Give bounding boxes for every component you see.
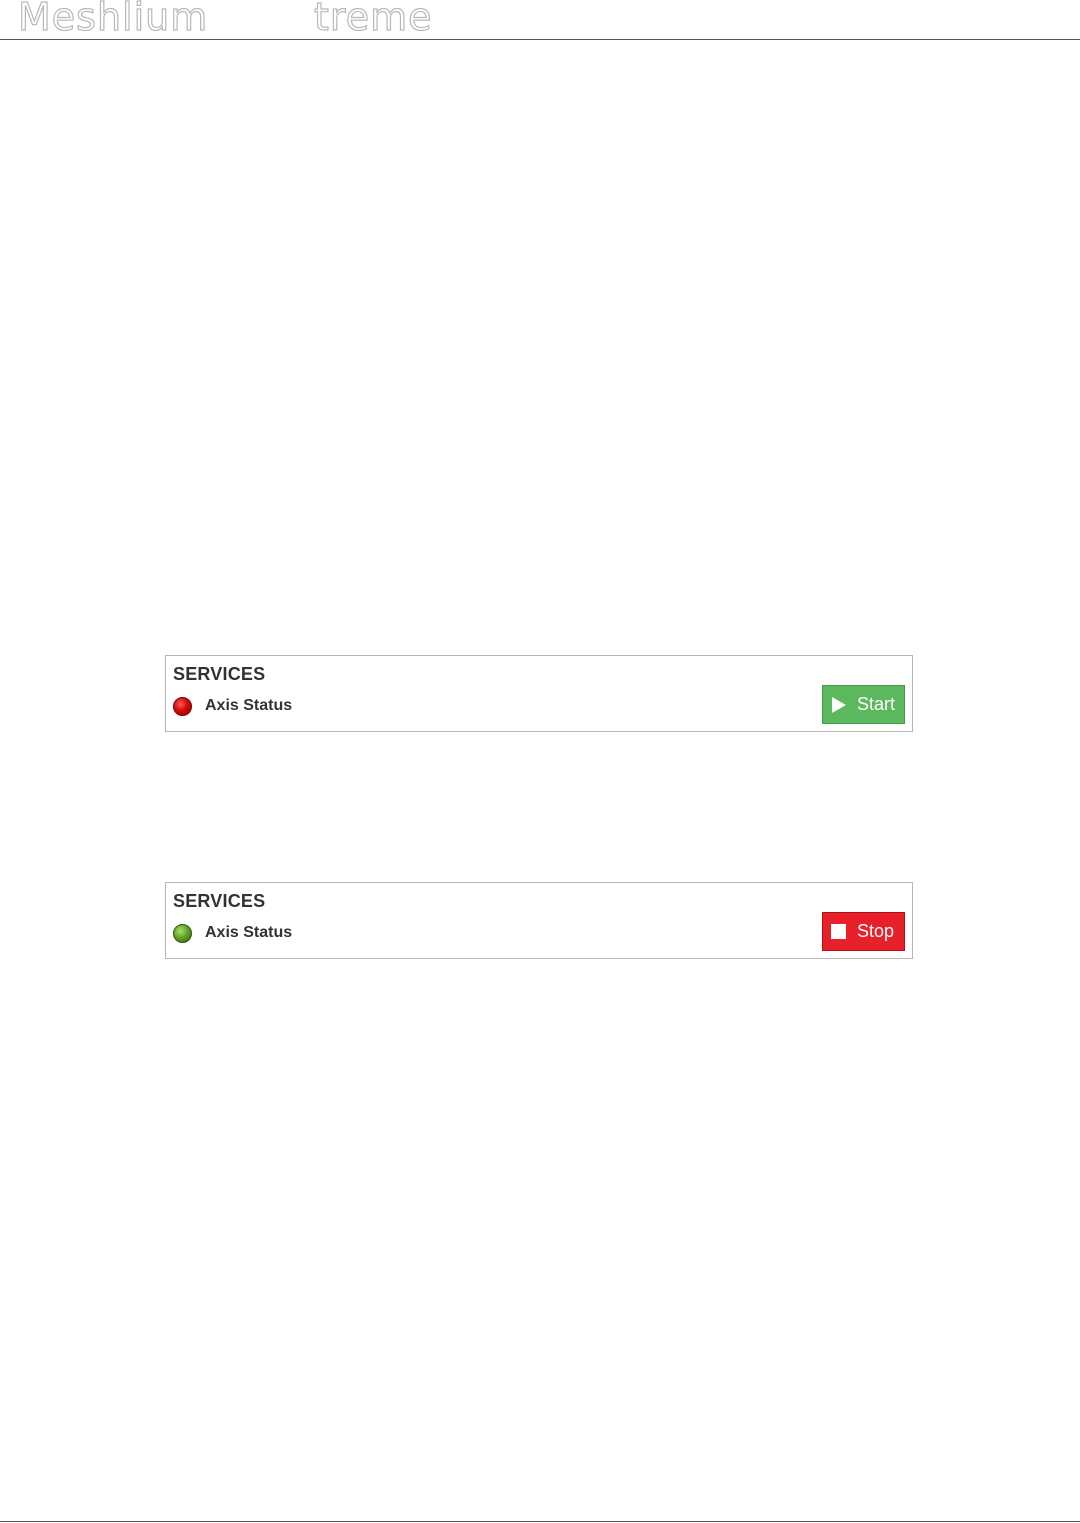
- stop-icon: [831, 924, 846, 939]
- stop-button-label: Stop: [857, 921, 895, 941]
- panel-title: SERVICES: [173, 664, 266, 684]
- status-indicator-red-icon: [173, 696, 192, 716]
- brand-logo-text-secondary: treme: [313, 0, 433, 39]
- start-button[interactable]: Start: [822, 685, 905, 724]
- services-panel-stopped: SERVICES Axis Status Start: [165, 655, 913, 732]
- brand-logo-text: Meshlium: [17, 0, 209, 39]
- service-label: Axis Status: [205, 697, 293, 714]
- play-icon: [832, 696, 846, 713]
- service-row: Axis Status: [173, 695, 292, 717]
- service-label: Axis Status: [205, 924, 293, 941]
- panel-title: SERVICES: [173, 891, 266, 911]
- document-footer-rule: [0, 1521, 1080, 1522]
- services-panel-running: SERVICES Axis Status Stop: [165, 882, 913, 959]
- service-row: Axis Status: [173, 922, 292, 944]
- start-button-label: Start: [857, 694, 896, 714]
- status-indicator-green-icon: [173, 923, 192, 943]
- stop-button[interactable]: Stop: [822, 912, 905, 951]
- document-header: Meshlium treme: [0, 0, 1080, 40]
